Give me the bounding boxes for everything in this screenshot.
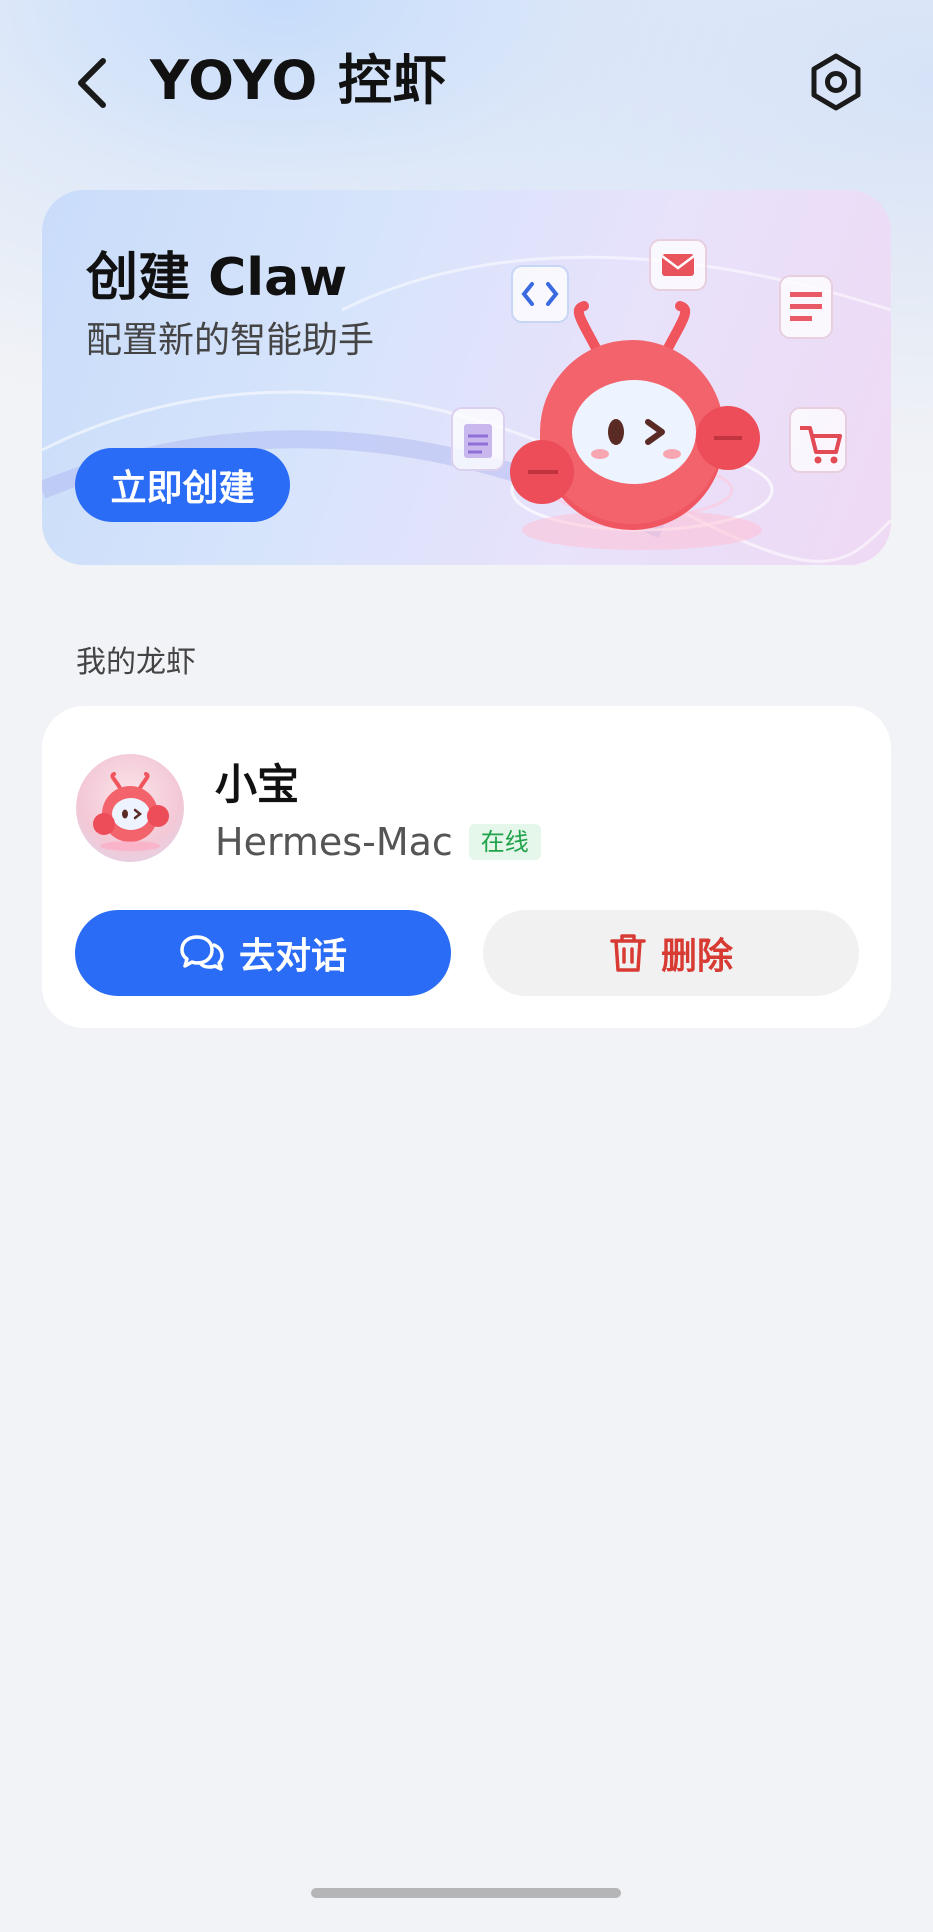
claw-name: 小宝 — [215, 760, 300, 809]
status-badge: 在线 — [468, 824, 541, 860]
file-cube-icon — [451, 407, 505, 471]
device-row: Hermes-Mac 在线 — [215, 818, 541, 866]
settings-icon — [811, 53, 861, 111]
mail-cube-icon — [649, 239, 707, 291]
lobster-mascot — [510, 301, 762, 550]
create-now-button[interactable]: 立即创建 — [75, 448, 290, 522]
header: YOYO 控虾 — [0, 0, 933, 170]
delete-button-label: 删除 — [660, 936, 733, 977]
page: YOYO 控虾 创建 Claw 配置新的智能助手 立即创建 我的龙虾 小宝 He… — [0, 0, 933, 1932]
chat-button[interactable]: 去对话 — [75, 910, 451, 996]
section-title: 我的龙虾 — [76, 645, 196, 680]
device-name: Hermes-Mac — [215, 820, 453, 864]
settings-button[interactable] — [806, 50, 866, 114]
chat-button-label: 去对话 — [238, 936, 347, 977]
create-claw-banner[interactable]: 创建 Claw 配置新的智能助手 立即创建 — [42, 190, 891, 565]
banner-title: 创建 Claw — [86, 248, 348, 308]
mascot-illustration — [451, 239, 847, 550]
banner-subtitle: 配置新的智能助手 — [86, 320, 375, 361]
code-cube-icon — [511, 265, 569, 323]
chat-bubbles-icon — [180, 935, 224, 971]
claw-card: 小宝 Hermes-Mac 在线 去对话 删除 — [42, 706, 891, 1028]
document-cube-icon — [779, 275, 833, 339]
page-title: YOYO 控虾 — [150, 49, 449, 112]
cart-cube-icon — [789, 407, 847, 473]
back-button[interactable] — [62, 48, 122, 118]
lobster-avatar-icon — [93, 772, 169, 851]
chevron-left-icon — [78, 58, 106, 108]
delete-button[interactable]: 删除 — [483, 910, 859, 996]
avatar — [76, 754, 184, 862]
home-indicator[interactable] — [311, 1888, 621, 1898]
trash-icon — [610, 934, 646, 972]
